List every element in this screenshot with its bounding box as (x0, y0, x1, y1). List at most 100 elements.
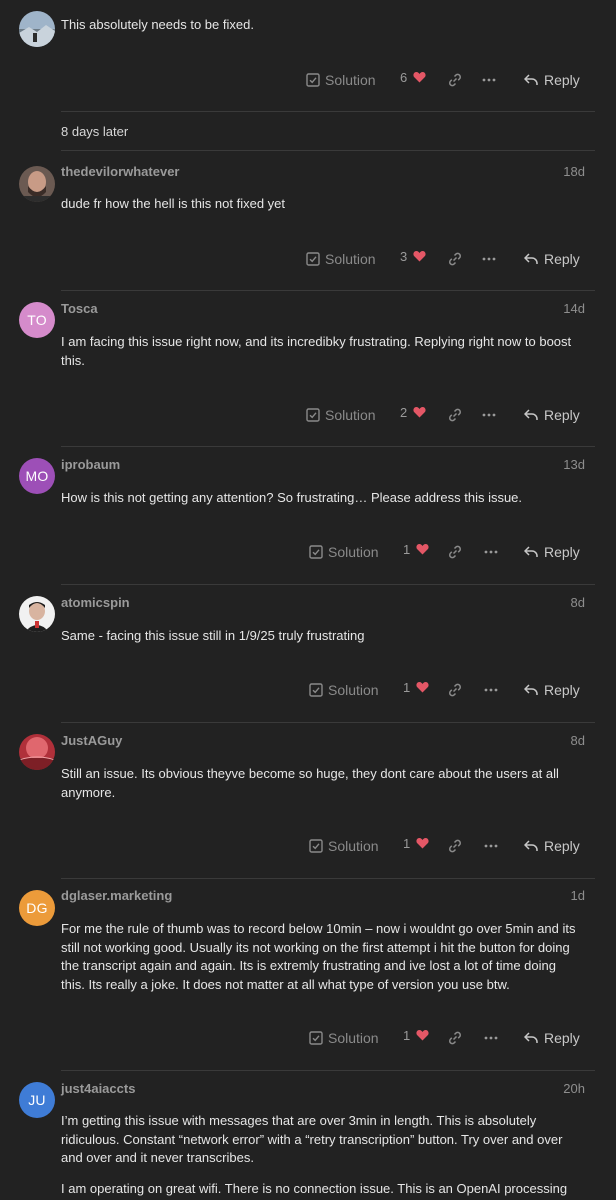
reply-button[interactable]: Reply (524, 247, 580, 271)
reply-arrow-icon (524, 74, 538, 85)
post-date[interactable]: 20h (563, 1081, 585, 1096)
reply-arrow-icon (524, 1032, 538, 1043)
like-count: 3 (400, 248, 408, 264)
heart-icon (416, 544, 429, 555)
post-date[interactable]: 1d (571, 888, 585, 903)
ellipsis-icon (482, 257, 496, 261)
reply-arrow-icon (524, 253, 538, 264)
more-options-button[interactable] (484, 834, 498, 858)
solution-button[interactable]: Solution (309, 1026, 379, 1050)
ellipsis-icon (484, 1036, 498, 1040)
link-icon (449, 545, 461, 559)
avatar-initials: MO (25, 468, 49, 484)
username[interactable]: iprobaum (61, 457, 120, 472)
reply-label: Reply (544, 1030, 580, 1046)
heart-icon (416, 838, 429, 849)
like-button[interactable]: 6 (400, 68, 426, 92)
check-square-icon (306, 408, 320, 422)
username[interactable]: atomicspin (61, 595, 130, 610)
ellipsis-icon (482, 413, 496, 417)
reply-button[interactable]: Reply (524, 834, 580, 858)
heart-icon (413, 407, 426, 418)
like-button[interactable]: 1 (403, 540, 429, 564)
reply-arrow-icon (524, 546, 538, 557)
reply-button[interactable]: Reply (524, 1026, 580, 1050)
post-date[interactable]: 8d (571, 595, 585, 610)
solution-button[interactable]: Solution (309, 540, 379, 564)
reply-button[interactable]: Reply (524, 540, 580, 564)
more-options-button[interactable] (484, 678, 498, 702)
solution-button[interactable]: Solution (306, 403, 376, 427)
check-square-icon (306, 73, 320, 87)
solution-button[interactable]: Solution (309, 678, 379, 702)
username[interactable]: dglaser.marketing (61, 888, 172, 903)
solution-label: Solution (328, 1030, 379, 1046)
like-button[interactable]: 1 (403, 1026, 429, 1050)
avatar[interactable] (19, 596, 55, 632)
like-button[interactable]: 2 (400, 403, 426, 427)
like-count: 1 (403, 1027, 411, 1043)
post-actions: Solution 1 Reply (0, 1026, 616, 1050)
post-divider (61, 290, 595, 291)
heart-icon (413, 251, 426, 262)
ellipsis-icon (482, 78, 496, 82)
link-icon (449, 252, 461, 266)
reply-button[interactable]: Reply (524, 403, 580, 427)
more-options-button[interactable] (482, 247, 496, 271)
check-square-icon (309, 683, 323, 697)
username[interactable]: thedevilorwhatever (61, 164, 180, 179)
post-actions: Solution 6 Reply (0, 68, 616, 92)
copy-link-button[interactable] (447, 247, 463, 271)
avatar-photo (19, 596, 55, 632)
solution-label: Solution (325, 407, 376, 423)
post-body: This absolutely needs to be fixed. (61, 17, 254, 32)
solution-button[interactable]: Solution (306, 68, 376, 92)
like-button[interactable]: 1 (403, 834, 429, 858)
post-date[interactable]: 18d (563, 164, 585, 179)
like-count: 1 (403, 835, 411, 851)
reply-button[interactable]: Reply (524, 678, 580, 702)
avatar[interactable] (19, 11, 55, 47)
username[interactable]: just4aiaccts (61, 1081, 135, 1096)
username[interactable]: JustAGuy (61, 733, 122, 748)
post-body: I am facing this issue right now, and it… (61, 334, 572, 368)
username[interactable]: Tosca (61, 301, 98, 316)
check-square-icon (309, 545, 323, 559)
reply-arrow-icon (524, 409, 538, 420)
reply-label: Reply (544, 682, 580, 698)
check-square-icon (306, 252, 320, 266)
copy-link-button[interactable] (447, 403, 463, 427)
reply-button[interactable]: Reply (524, 68, 580, 92)
time-gap-notice: 8 days later (61, 124, 129, 139)
avatar[interactable] (19, 734, 55, 770)
avatar[interactable]: MO (19, 458, 55, 494)
post-date[interactable]: 14d (563, 301, 585, 316)
like-button[interactable]: 3 (400, 247, 426, 271)
post-actions: Solution 1 Reply (0, 834, 616, 858)
post-actions: Solution 1 Reply (0, 678, 616, 702)
avatar[interactable]: TO (19, 302, 55, 338)
copy-link-button[interactable] (447, 834, 463, 858)
more-options-button[interactable] (482, 68, 496, 92)
post-divider (61, 584, 595, 585)
like-button[interactable]: 1 (403, 678, 429, 702)
more-options-button[interactable] (484, 1026, 498, 1050)
post-date[interactable]: 13d (563, 457, 585, 472)
solution-button[interactable]: Solution (306, 247, 376, 271)
copy-link-button[interactable] (447, 68, 463, 92)
heart-icon (413, 72, 426, 83)
avatar[interactable]: JU (19, 1082, 55, 1118)
check-square-icon (309, 839, 323, 853)
solution-button[interactable]: Solution (309, 834, 379, 858)
check-square-icon (309, 1031, 323, 1045)
copy-link-button[interactable] (447, 1026, 463, 1050)
copy-link-button[interactable] (447, 678, 463, 702)
post-body: dude fr how the hell is this not fixed y… (61, 196, 286, 211)
copy-link-button[interactable] (447, 540, 463, 564)
more-options-button[interactable] (484, 540, 498, 564)
post-body: How is this not getting any attention? S… (61, 490, 523, 505)
avatar[interactable]: DG (19, 890, 55, 926)
avatar[interactable] (19, 166, 55, 202)
more-options-button[interactable] (482, 403, 496, 427)
post-date[interactable]: 8d (571, 733, 585, 748)
